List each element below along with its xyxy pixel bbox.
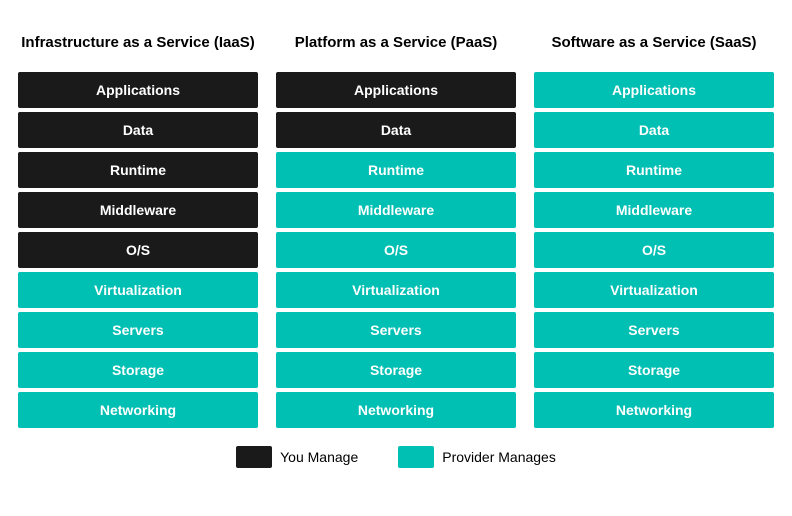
row-paas-7: Storage	[276, 352, 516, 388]
legend-label-teal: Provider Manages	[442, 449, 556, 465]
column-saas: Software as a Service (SaaS) Applications…	[534, 20, 774, 432]
row-saas-1: Data	[534, 112, 774, 148]
legend-box-teal	[398, 446, 434, 468]
row-saas-6: Servers	[534, 312, 774, 348]
row-saas-7: Storage	[534, 352, 774, 388]
row-iaas-8: Networking	[18, 392, 258, 428]
row-iaas-6: Servers	[18, 312, 258, 348]
row-saas-5: Virtualization	[534, 272, 774, 308]
row-saas-0: Applications	[534, 72, 774, 108]
row-paas-1: Data	[276, 112, 516, 148]
row-iaas-4: O/S	[18, 232, 258, 268]
row-iaas-5: Virtualization	[18, 272, 258, 308]
row-paas-2: Runtime	[276, 152, 516, 188]
legend-label-dark: You Manage	[280, 449, 358, 465]
row-paas-5: Virtualization	[276, 272, 516, 308]
column-iaas: Infrastructure as a Service (IaaS) Applic…	[18, 20, 258, 432]
columns-wrapper: Infrastructure as a Service (IaaS) Applic…	[10, 20, 782, 432]
row-saas-4: O/S	[534, 232, 774, 268]
column-header-paas: Platform as a Service (PaaS)	[276, 20, 516, 64]
row-iaas-0: Applications	[18, 72, 258, 108]
row-saas-2: Runtime	[534, 152, 774, 188]
legend-item-dark: You Manage	[236, 446, 358, 468]
column-header-saas: Software as a Service (SaaS)	[534, 20, 774, 64]
row-iaas-3: Middleware	[18, 192, 258, 228]
row-saas-8: Networking	[534, 392, 774, 428]
column-header-iaas: Infrastructure as a Service (IaaS)	[18, 20, 258, 64]
row-paas-6: Servers	[276, 312, 516, 348]
row-saas-3: Middleware	[534, 192, 774, 228]
row-iaas-7: Storage	[18, 352, 258, 388]
row-iaas-2: Runtime	[18, 152, 258, 188]
legend-item-teal: Provider Manages	[398, 446, 556, 468]
legend-box-dark	[236, 446, 272, 468]
row-iaas-1: Data	[18, 112, 258, 148]
column-paas: Platform as a Service (PaaS) Applications…	[276, 20, 516, 432]
legend: You Manage Provider Manages	[236, 446, 556, 468]
row-paas-4: O/S	[276, 232, 516, 268]
row-paas-8: Networking	[276, 392, 516, 428]
row-paas-3: Middleware	[276, 192, 516, 228]
row-paas-0: Applications	[276, 72, 516, 108]
